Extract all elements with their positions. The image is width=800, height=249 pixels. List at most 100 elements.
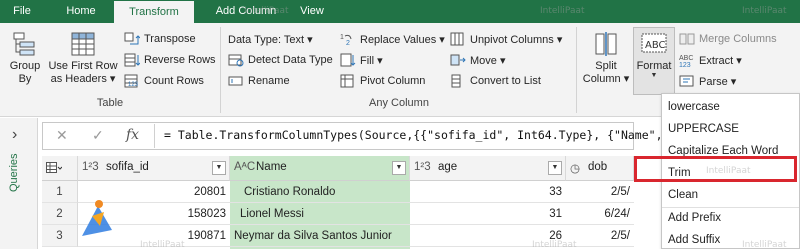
menu-item-add-suffix[interactable]: Add Suffix — [668, 234, 720, 246]
expand-queries-icon[interactable]: › — [12, 126, 17, 144]
row-number[interactable]: 1 — [42, 181, 78, 203]
transpose-button[interactable]: Transpose — [124, 30, 196, 48]
table-menu-icon — [46, 162, 62, 173]
format-button[interactable]: ABC Format ▼ — [633, 27, 675, 95]
cell-name[interactable]: Neymar da Silva Santos Junior — [230, 225, 410, 247]
detect-data-type-button[interactable]: Detect Data Type — [228, 51, 333, 69]
cell-dob[interactable]: 6/24/ — [566, 203, 634, 225]
table-headers-icon — [71, 32, 95, 56]
svg-text:1: 1 — [340, 34, 344, 41]
fill-label: Fill ▾ — [360, 54, 383, 67]
any-column-group-label: Any Column — [369, 97, 429, 109]
tab-home[interactable]: Home — [52, 0, 110, 23]
reverse-rows-button[interactable]: Reverse Rows — [124, 51, 216, 69]
column-filter-icon[interactable]: ▼ — [212, 161, 226, 175]
column-header-name[interactable]: AᴬC Name ▼ — [230, 156, 410, 181]
pivot-column-button[interactable]: Pivot Column — [340, 72, 425, 90]
column-header-age[interactable]: 1²3 age ▼ — [410, 156, 566, 181]
format-label: Format — [636, 60, 672, 72]
fill-button[interactable]: Fill ▾ — [340, 51, 383, 69]
formula-text[interactable]: = Table.TransformColumnTypes(Source,{{"s… — [164, 128, 663, 142]
group-by-label-2: By — [18, 73, 32, 85]
menu-item-add-prefix[interactable]: Add Prefix — [668, 212, 721, 224]
menu-item-clean[interactable]: Clean — [668, 189, 698, 201]
rename-button[interactable]: Rename — [228, 72, 290, 90]
tab-view[interactable]: View — [292, 0, 332, 23]
queries-label[interactable]: Queries — [8, 153, 20, 192]
cell-name[interactable]: Lionel Messi — [230, 203, 410, 225]
cell-dob[interactable]: 2/5/ — [566, 181, 634, 203]
rename-icon — [228, 76, 243, 86]
tab-transform[interactable]: Transform — [114, 1, 194, 23]
row-number[interactable]: 3 — [42, 225, 78, 247]
unpivot-columns-icon — [450, 32, 464, 46]
cell-age[interactable]: 33 — [410, 181, 566, 203]
watermark: IntelliPaat — [244, 6, 289, 16]
text-type-icon[interactable]: AᴬC — [234, 161, 255, 173]
watermark: IntelliPaat — [140, 240, 185, 249]
replace-values-button[interactable]: 12 Replace Values ▾ — [340, 30, 445, 48]
ribbon-separator — [576, 27, 577, 113]
group-by-icon — [13, 32, 35, 56]
group-by-label-1: Group — [9, 60, 41, 72]
count-rows-button[interactable]: 123 Count Rows — [124, 72, 204, 90]
convert-to-list-button[interactable]: Convert to List — [450, 72, 541, 90]
watermark: IntelliPaat — [742, 6, 787, 16]
column-name: sofifa_id — [106, 161, 149, 173]
move-button[interactable]: Move ▾ — [450, 51, 505, 69]
column-header-sofifa-id[interactable]: 1²3 sofifa_id ▼ — [78, 156, 230, 181]
pivot-column-icon — [340, 74, 354, 88]
data-type-label: Data Type: Text ▾ — [228, 33, 313, 46]
fill-down-icon — [340, 53, 356, 67]
number-type-icon[interactable]: 1²3 — [82, 161, 99, 173]
use-first-row-button[interactable]: Use First Row as Headers ▾ — [48, 31, 118, 86]
ribbon-tab-bar: File Home Transform Add Column View — [0, 0, 800, 23]
menu-item-uppercase[interactable]: UPPERCASE — [668, 123, 739, 135]
watermark: IntelliPaat — [540, 6, 585, 16]
column-name: Name — [256, 161, 287, 173]
split-column-label-1: Split — [595, 60, 617, 72]
svg-text:123: 123 — [128, 82, 139, 88]
split-column-icon — [595, 32, 617, 56]
number-type-icon[interactable]: 1²3 — [414, 161, 431, 173]
replace-values-label: Replace Values ▾ — [360, 33, 445, 46]
watermark: IntelliPaat — [532, 240, 577, 249]
split-column-button[interactable]: Split Column ▾ — [580, 31, 632, 86]
count-rows-icon: 123 — [124, 74, 139, 88]
data-type-dropdown[interactable]: Data Type: Text ▾ — [228, 30, 313, 48]
transpose-icon — [124, 32, 140, 45]
fx-icon[interactable]: fx — [126, 127, 139, 143]
group-by-button[interactable]: Group By — [4, 31, 46, 86]
detect-data-type-label: Detect Data Type — [248, 54, 333, 66]
formula-divider — [154, 124, 155, 148]
data-grid: 1²3 sofifa_id ▼ AᴬC Name ▼ 1²3 age ▼ ◷ d… — [42, 156, 634, 249]
format-text-icon: ABC — [641, 33, 667, 53]
commit-formula-icon[interactable]: ✓ — [92, 127, 104, 144]
ribbon-separator — [220, 27, 221, 113]
cell-name[interactable]: Cristiano Ronaldo — [230, 181, 410, 203]
extract-button[interactable]: ABC 123 Extract ▾ — [679, 51, 742, 69]
menu-separator — [662, 207, 799, 208]
reverse-rows-label: Reverse Rows — [144, 54, 216, 66]
svg-text:ABC: ABC — [679, 55, 693, 62]
column-header-dob[interactable]: ◷ dob — [566, 156, 634, 181]
merge-columns-icon — [679, 33, 695, 45]
date-type-icon[interactable]: ◷ — [570, 161, 580, 175]
column-name: dob — [588, 161, 608, 173]
move-label: Move ▾ — [470, 54, 506, 67]
tab-file[interactable]: File — [0, 0, 44, 23]
unpivot-columns-button[interactable]: Unpivot Columns ▾ — [450, 30, 562, 48]
count-rows-label: Count Rows — [144, 75, 204, 87]
cancel-formula-icon[interactable]: ✕ — [56, 127, 68, 144]
column-filter-icon[interactable]: ▼ — [392, 161, 406, 175]
parse-icon — [679, 75, 694, 87]
column-filter-icon[interactable]: ▼ — [548, 161, 562, 175]
table-menu-header[interactable] — [42, 156, 78, 181]
watermark: IntelliPaat — [742, 240, 787, 249]
extract-icon: ABC123 — [679, 55, 693, 67]
cell-age[interactable]: 31 — [410, 203, 566, 225]
move-icon — [450, 54, 466, 66]
parse-button[interactable]: Parse ▾ — [679, 72, 736, 90]
menu-item-lowercase[interactable]: lowercase — [668, 101, 720, 113]
row-number[interactable]: 2 — [42, 203, 78, 225]
